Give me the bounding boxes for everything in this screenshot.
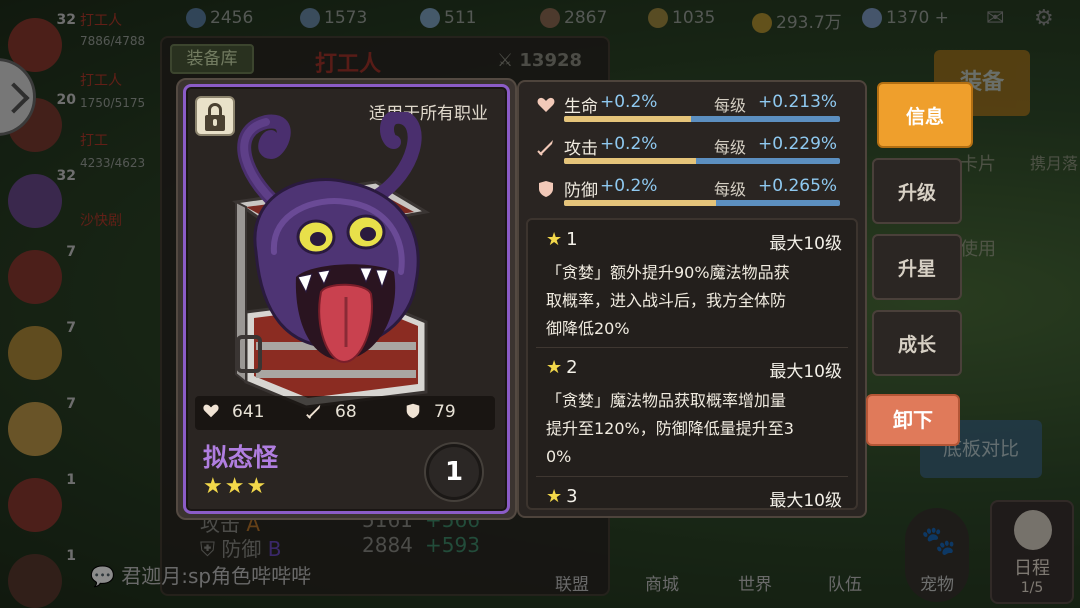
- bonus-per-value: +0.265%: [758, 176, 838, 196]
- skill-level-number: 2: [566, 357, 578, 378]
- bonus-progress-bar: [564, 200, 840, 206]
- bonus-progress-bar: [564, 158, 840, 164]
- bonus-pct: +0.2%: [600, 176, 658, 196]
- skill-divider: [536, 347, 848, 348]
- star-icon: ★: [546, 357, 563, 378]
- bonus-row-attack: 攻击 +0.2% 每级 +0.229%: [536, 134, 841, 170]
- bonus-progress-fill: [564, 200, 716, 206]
- bonus-progress-bar: [564, 116, 840, 122]
- skill-max-level: 最大10级: [769, 491, 842, 511]
- item-count-badge: 1: [426, 444, 482, 500]
- bonus-name: 防御: [564, 181, 598, 201]
- bonus-pct: +0.2%: [600, 92, 658, 112]
- skill-level: ★ 3: [546, 486, 578, 507]
- item-stat-attack: 68: [305, 402, 357, 426]
- skill-desc-line: 「贪婪」额外提升90%魔法物品获: [546, 263, 790, 282]
- bonus-progress-fill: [564, 158, 697, 164]
- heart-icon: [203, 404, 219, 418]
- skill-desc-line: 提升至120%，防御降低量提升至3: [546, 419, 794, 438]
- tab-star-up[interactable]: 升星: [872, 234, 962, 300]
- heart-icon: [537, 97, 555, 112]
- skill-desc-line: 0%: [546, 447, 572, 466]
- skill-entry-2: ★ 2 最大10级 「贪婪」魔法物品获取概率增加量 提升至120%，防御降低量提升…: [546, 357, 842, 471]
- hp-value: 641: [232, 402, 265, 422]
- skill-desc-line: 取概率，进入战斗后，我方全体防: [546, 291, 787, 310]
- bonus-row-defense: 防御 +0.2% 每级 +0.265%: [536, 176, 841, 212]
- tab-growth[interactable]: 成长: [872, 310, 962, 376]
- skill-entry-3: ★ 3 最大10级: [546, 486, 842, 514]
- tab-upgrade[interactable]: 升级: [872, 158, 962, 224]
- bonus-name: 攻击: [564, 139, 598, 159]
- bonus-per-value: +0.213%: [758, 92, 838, 112]
- skill-level-number: 3: [566, 486, 578, 507]
- star-icon: ★: [546, 486, 563, 507]
- skill-level-number: 1: [566, 229, 578, 250]
- skill-desc-line: 御降低20%: [546, 319, 630, 338]
- bonus-per-value: +0.229%: [758, 134, 838, 154]
- item-stat-hp: 641: [202, 402, 264, 426]
- skill-level: ★ 2: [546, 357, 578, 378]
- item-name: 拟态怪: [203, 443, 279, 472]
- shield-icon: [539, 181, 553, 197]
- bonus-pct: +0.2%: [600, 134, 658, 154]
- skill-max-level: 最大10级: [769, 362, 842, 382]
- item-stat-defense: 79: [404, 402, 456, 426]
- bonus-row-hp: 生命 +0.2% 每级 +0.213%: [536, 92, 841, 128]
- lock-keyhole: [213, 119, 217, 126]
- mimic-monster-image: [232, 112, 431, 409]
- skill-max-level: 最大10级: [769, 234, 842, 254]
- attack-value: 68: [335, 402, 357, 422]
- bonus-per-label: 每级: [714, 96, 747, 115]
- skill-divider: [536, 476, 848, 477]
- tab-info[interactable]: 信息: [877, 82, 973, 148]
- defense-value: 79: [434, 402, 456, 422]
- skill-description: 「贪婪」魔法物品获取概率增加量 提升至120%，防御降低量提升至3 0%: [546, 387, 842, 471]
- unequip-button[interactable]: 卸下: [866, 394, 960, 446]
- skill-desc-line: 「贪婪」魔法物品获取概率增加量: [546, 391, 787, 410]
- item-stars: ★★★: [203, 474, 269, 499]
- sword-icon: [537, 140, 553, 156]
- skill-level: ★ 1: [546, 229, 578, 250]
- bonus-name: 生命: [564, 97, 598, 117]
- bonus-progress-fill: [564, 116, 691, 122]
- shield-icon: [406, 403, 420, 419]
- bonus-per-label: 每级: [714, 138, 747, 157]
- bonus-per-label: 每级: [714, 180, 747, 199]
- skill-entry-1: ★ 1 最大10级 「贪婪」额外提升90%魔法物品获 取概率，进入战斗后，我方全体…: [546, 229, 842, 343]
- sword-icon: [306, 404, 321, 419]
- skill-description: 「贪婪」额外提升90%魔法物品获 取概率，进入战斗后，我方全体防 御降低20%: [546, 259, 842, 343]
- star-icon: ★: [546, 229, 563, 250]
